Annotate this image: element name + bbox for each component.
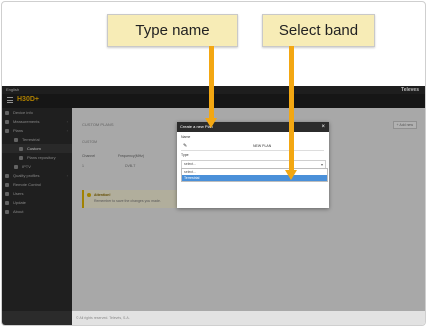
screenshot-frame: English Televes H30D+ Device info Measur…	[1, 1, 426, 326]
dialog-header: Create a new Plan ×	[177, 122, 329, 132]
callout-type-name: Type name	[107, 14, 238, 47]
type-select-value: select...	[184, 162, 197, 166]
type-dropdown-list: select... Terrestrial	[181, 168, 328, 182]
arrow-to-name-shaft	[209, 46, 214, 120]
footer: © All rights reserved. Televés, S.A.	[72, 311, 425, 325]
callout-select-band: Select band	[262, 14, 375, 47]
sidebar-footer	[2, 311, 72, 325]
name-field[interactable]: ✎ NEW PLAN	[181, 143, 324, 151]
chevron-down-icon: ▾	[320, 162, 323, 167]
copyright-text: © All rights reserved. Televés, S.A.	[76, 316, 130, 320]
pencil-icon: ✎	[183, 143, 188, 149]
close-icon[interactable]: ×	[321, 122, 325, 132]
arrow-to-select-head	[285, 170, 297, 180]
dropdown-option-selected[interactable]: Terrestrial	[182, 175, 327, 181]
arrow-to-select-shaft	[289, 46, 294, 172]
arrow-to-name-head	[205, 118, 217, 128]
type-label: Type	[181, 153, 189, 157]
create-plan-dialog: Create a new Plan × Name ✎ NEW PLAN Type…	[177, 122, 329, 208]
name-label: Name	[181, 135, 191, 139]
name-input-value[interactable]: NEW PLAN	[253, 144, 271, 148]
